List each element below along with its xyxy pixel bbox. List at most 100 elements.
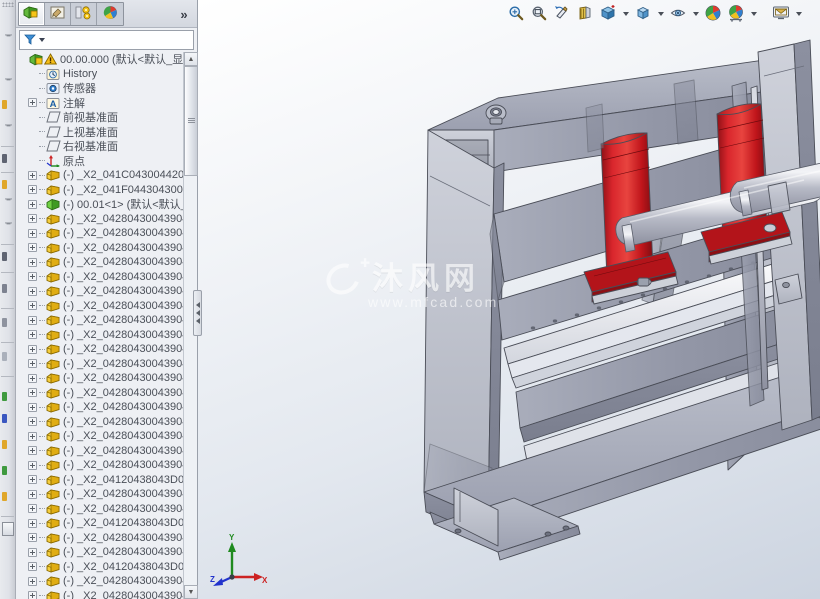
tree-expand-toggle[interactable] (28, 98, 37, 108)
tree-expand-toggle[interactable] (28, 388, 37, 398)
filter-dropdown-caret-icon[interactable] (39, 38, 45, 42)
tree-expand-toggle[interactable] (28, 185, 37, 195)
tree-item[interactable]: (-) _X2_0428043004390431 (16, 342, 197, 357)
toolbar-chip-6[interactable] (2, 318, 7, 327)
tree-item[interactable]: History (16, 67, 197, 82)
tree-root-item[interactable]: 00.00.000 (默认<默认_显示状 (16, 52, 197, 67)
tree-item[interactable]: (-) _X2_0428043004390431 (16, 415, 197, 430)
tree-item[interactable]: (-) _X2_0428043004390431 (16, 284, 197, 299)
feature-manager-tab[interactable] (19, 2, 45, 25)
view-orientation-button[interactable] (598, 4, 618, 24)
tree-item[interactable]: A 注解 (16, 96, 197, 111)
tree-expand-toggle[interactable] (28, 359, 37, 369)
tree-item[interactable]: (-) _X2_0428043004390431 (16, 487, 197, 502)
tree-item[interactable]: (-) _X2_0428043004390431 (16, 255, 197, 270)
tree-expand-toggle[interactable] (28, 170, 37, 180)
tree-item[interactable]: 上视基准面 (16, 125, 197, 140)
scroll-down-button[interactable]: ▼ (184, 585, 198, 599)
tree-filter-input[interactable] (48, 33, 168, 47)
tree-item[interactable]: (-) _X2_0428043004390431 (16, 328, 197, 343)
toolbar-overflow-icon-3[interactable] (5, 124, 12, 127)
tree-expand-toggle[interactable] (28, 301, 37, 311)
tree-item[interactable]: (-) _X2_041F04430430043D (16, 183, 197, 198)
toolbar-chip-3[interactable] (2, 180, 7, 189)
tree-item[interactable]: (-) _X2_0428043004390431 (16, 400, 197, 415)
tree-expand-toggle[interactable] (28, 562, 37, 572)
toolbar-chip-8[interactable] (2, 392, 7, 401)
tree-expand-toggle[interactable] (28, 417, 37, 427)
tree-expand-toggle[interactable] (28, 475, 37, 485)
heads-up-view-toolbar[interactable] (498, 0, 820, 28)
toolbar-chip-7[interactable] (2, 352, 7, 361)
tree-expand-toggle[interactable] (28, 431, 37, 441)
toolbar-overflow-icon-1[interactable] (5, 34, 12, 37)
toolbar-chip-9[interactable] (2, 414, 7, 423)
toolbar-chip-5[interactable] (2, 284, 7, 293)
toolbar-overflow-icon-5[interactable] (5, 222, 12, 225)
tree-item[interactable]: (-) _X2_0428043004390431 (16, 270, 197, 285)
tree-item[interactable]: (-) _X2_04120438043D0442 (16, 516, 197, 531)
tree-item[interactable]: (-) _X2_0428043004390431 (16, 299, 197, 314)
tree-expand-toggle[interactable] (28, 446, 37, 456)
tree-item[interactable]: (-) _X2_0428043004390431 (16, 371, 197, 386)
toolbar-drag-handle[interactable] (2, 2, 14, 7)
tree-expand-toggle[interactable] (28, 489, 37, 499)
view-settings-caret-icon[interactable] (794, 4, 803, 24)
toolbar-chip-2[interactable] (2, 154, 7, 163)
section-view-button[interactable] (575, 4, 595, 24)
tree-item[interactable]: (-) _X2_0428043004390431 (16, 429, 197, 444)
scroll-up-button[interactable]: ▲ (184, 52, 198, 66)
view-orientation-caret-icon[interactable] (621, 4, 630, 24)
hide-show-items-button[interactable] (668, 4, 688, 24)
tree-expand-toggle[interactable] (28, 344, 37, 354)
toolbar-chip-4[interactable] (2, 252, 7, 261)
tree-item[interactable]: (-) _X2_0428043004390431 (16, 212, 197, 227)
tree-item[interactable]: (-) _X2_04120438043D0442 (16, 560, 197, 575)
scroll-thumb[interactable] (184, 66, 198, 176)
tree-expand-toggle[interactable] (28, 504, 37, 514)
tree-expand-toggle[interactable] (28, 243, 37, 253)
tree-expand-toggle[interactable] (28, 576, 37, 586)
tree-item[interactable]: (-) _X2_0428043004390431 (16, 313, 197, 328)
tree-expand-toggle[interactable] (28, 315, 37, 325)
tree-filter-bar[interactable] (19, 30, 194, 50)
toolbar-overflow-icon-4[interactable] (5, 198, 12, 201)
tree-item[interactable]: (-) _X2_0428043004390431 (16, 444, 197, 459)
tree-item[interactable]: 原点 (16, 154, 197, 169)
left-toolbar-strip[interactable] (0, 0, 16, 599)
tree-expand-toggle[interactable] (28, 199, 37, 209)
tree-expand-toggle[interactable] (28, 533, 37, 543)
tree-item[interactable]: (-) _X2_041C043004420440 (16, 168, 197, 183)
feature-tree[interactable]: 00.00.000 (默认<默认_显示状 History 传感器 A 注解 前视基准面 上视… (16, 52, 197, 599)
tree-item[interactable]: (-) _X2_0428043004390431 (16, 241, 197, 256)
tree-expand-toggle[interactable] (28, 330, 37, 340)
tree-item[interactable]: (-) _X2_0428043004390431 (16, 589, 197, 599)
tree-item[interactable]: 右视基准面 (16, 139, 197, 154)
property-manager-tab[interactable] (45, 2, 71, 25)
tree-expand-toggle[interactable] (28, 286, 37, 296)
toolbar-chip-11[interactable] (2, 466, 7, 475)
tree-item[interactable]: (-) _X2_0428043004390431 (16, 226, 197, 241)
toolbar-more-button[interactable] (2, 522, 14, 536)
expand-panel-button[interactable]: » (175, 5, 193, 23)
graphics-viewport[interactable]: ✚ 沐风网 www.mfcad.com Y X Z (198, 0, 820, 599)
tree-item[interactable]: (-) _X2_0428043004390431 (16, 386, 197, 401)
tree-item[interactable]: (-) _X2_0428043004390431 (16, 545, 197, 560)
display-style-button[interactable] (633, 4, 653, 24)
tree-item[interactable]: (-) _X2_04120438043D0442 (16, 473, 197, 488)
tree-expand-toggle[interactable] (28, 460, 37, 470)
apply-scene-button[interactable] (726, 4, 746, 24)
tree-item[interactable]: 前视基准面 (16, 110, 197, 125)
configuration-manager-tab[interactable] (71, 2, 97, 25)
tree-item[interactable]: (-) _X2_0428043004390431 (16, 357, 197, 372)
tree-expand-toggle[interactable] (28, 228, 37, 238)
tree-item[interactable]: (-) 00.01<1> (默认<默认_显 (16, 197, 197, 212)
toolbar-chip-1[interactable] (2, 100, 7, 109)
tree-item[interactable]: (-) _X2_0428043004390431 (16, 574, 197, 589)
tree-expand-toggle[interactable] (28, 402, 37, 412)
edit-appearance-button[interactable] (703, 4, 723, 24)
tree-expand-toggle[interactable] (28, 547, 37, 557)
toolbar-chip-12[interactable] (2, 492, 7, 501)
toolbar-chip-10[interactable] (2, 440, 7, 449)
tree-item[interactable]: (-) _X2_0428043004390431 (16, 502, 197, 517)
